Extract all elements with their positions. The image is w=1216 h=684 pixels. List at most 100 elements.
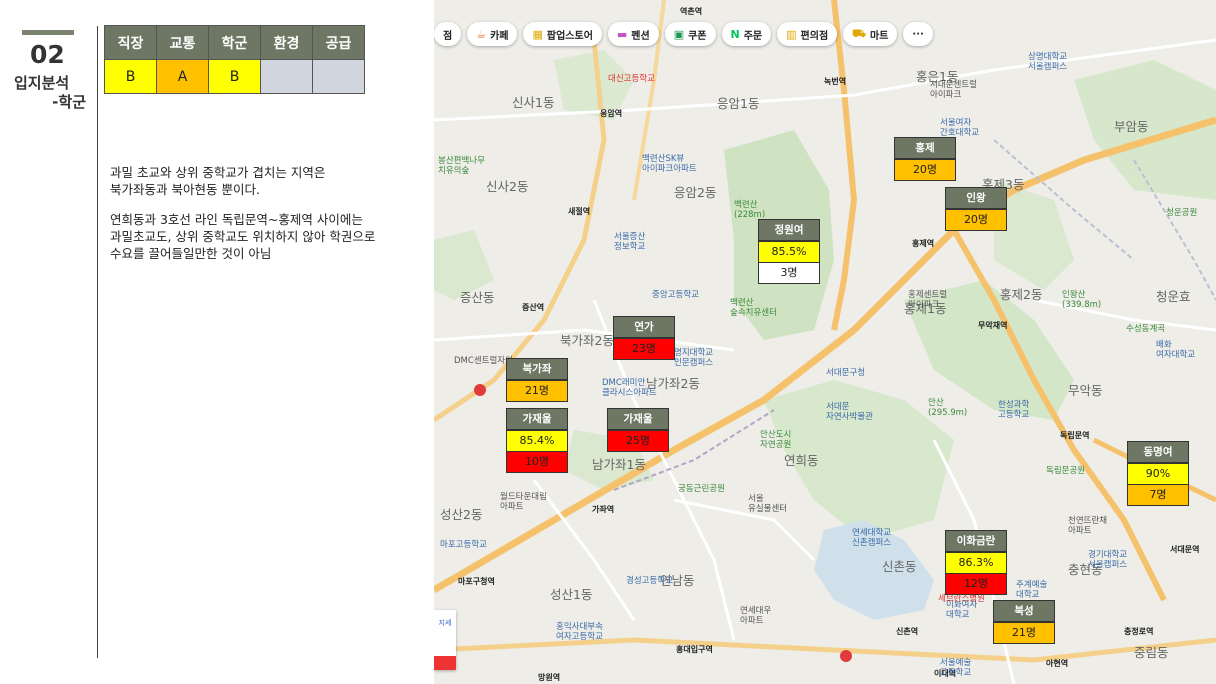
area-label: 신촌동 <box>882 559 917 574</box>
school-box-gajaeul-middle: 가재울 85.4% 10명 <box>506 408 568 473</box>
poi-label: 백련산SK뷰 아이파크아파트 <box>642 154 697 174</box>
school-name: 북가좌 <box>507 359 567 380</box>
station-label: 새절역 <box>568 207 591 216</box>
school-name: 가재울 <box>608 409 668 430</box>
poi-label: 서대문센트럴 아이파크 <box>930 80 977 100</box>
poi-label: 배화 여자대학교 <box>1156 340 1196 360</box>
score-grade-environment <box>260 59 313 94</box>
poi-label: 백련산 숲속치유센터 <box>730 298 777 318</box>
store-icon: ▥ <box>786 27 797 41</box>
chip-popup-store[interactable]: ▦ 팝업스토어 <box>523 22 602 46</box>
popup-store-icon: ▦ <box>532 27 543 41</box>
section-accent-bar <box>22 30 74 35</box>
score-table-grade-row: B A B <box>104 59 365 94</box>
desc-line: 과밀초교도, 상위 중학교도 위치하지 않아 학권으로 <box>110 229 376 244</box>
station-label: 홍대입구역 <box>676 645 713 654</box>
poi-label: 경기대학교 서울캠퍼스 <box>1088 550 1128 570</box>
score-header-environment: 환경 <box>260 25 313 60</box>
poi-label: 마포고등학교 <box>440 540 487 550</box>
desc-line: 연희동과 3호선 라인 독립문역~홍제역 사이에는 <box>110 212 363 227</box>
school-box-bukseong: 북성 21명 <box>993 600 1055 644</box>
school-rate: 85.5% <box>759 241 819 262</box>
poi-label: 상명대학교 서울캠퍼스 <box>1028 52 1068 72</box>
area-label: 홍제2동 <box>1000 287 1043 302</box>
description-paragraph-2: 연희동과 3호선 라인 독립문역~홍제역 사이에는 과밀초교도, 상위 중학교도… <box>110 211 410 262</box>
poi-label: 주계예술 대학교 <box>1016 580 1048 600</box>
chip-label: 편의점 <box>800 30 829 42</box>
school-box-gajaeul-elementary: 가재울 25명 <box>607 408 669 452</box>
station-label: 독립문역 <box>1060 431 1090 440</box>
map-tool-red-tab[interactable] <box>434 656 456 670</box>
poi-label: 세브란스병원 <box>938 594 985 604</box>
school-rate: 90% <box>1128 463 1188 484</box>
school-crowded-count: 20명 <box>895 159 955 180</box>
school-name: 동명여 <box>1128 442 1188 463</box>
score-header-transport: 교통 <box>156 25 209 60</box>
chip-more[interactable]: ··· <box>903 22 933 46</box>
poi-label: 명지대학교 인문캠퍼스 <box>674 348 714 368</box>
poi-label: 홍제센트럴 아이파크 <box>908 290 948 310</box>
school-count: 10명 <box>507 451 567 472</box>
area-label: 응암1동 <box>717 96 760 111</box>
school-box-jeongwon: 정원여 85.5% 3명 <box>758 219 820 284</box>
section-title-line1: 입지분석 <box>14 74 70 92</box>
chip-pension[interactable]: ▬ 펜션 <box>607 22 659 46</box>
map-tool-label: 지세 <box>438 619 452 627</box>
section-divider <box>97 26 98 658</box>
poi-label: 서울 유실물센터 <box>748 494 788 514</box>
school-name: 홍제 <box>895 138 955 159</box>
poi-label: DMC래미안 클라시스아파트 <box>602 378 657 398</box>
poi-label: 서울증산 정보학교 <box>614 232 646 252</box>
area-label: 무악동 <box>1068 383 1103 398</box>
chip-label: 주문 <box>743 30 763 42</box>
school-name: 인왕 <box>946 188 1006 209</box>
poi-label: 대신고등학교 <box>608 74 655 84</box>
chip-cafe[interactable]: ☕ 카페 <box>467 22 518 46</box>
station-label: 아현역 <box>1046 659 1069 668</box>
description-paragraph-1: 과밀 초교와 상위 중학교가 겹치는 지역은 북가좌동과 북아현동 뿐이다. <box>110 164 410 198</box>
area-label: 증산동 <box>460 290 495 305</box>
school-crowded-count: 21명 <box>994 622 1054 643</box>
chip-convenience-store[interactable]: ▥ 편의점 <box>777 22 838 46</box>
poi-label: 서대문구청 <box>826 368 866 378</box>
section-number: 02 <box>30 40 65 69</box>
area-label: 부암동 <box>1114 119 1149 134</box>
area-label: 성산2동 <box>440 507 483 522</box>
area-label: 응암2동 <box>674 185 717 200</box>
school-rate: 86.3% <box>946 552 1006 573</box>
area-label: 남가좌1동 <box>592 457 646 472</box>
school-count: 3명 <box>759 262 819 283</box>
poi-label: 백련산 (228m) <box>734 200 766 220</box>
school-box-yeonga: 연가 23명 <box>613 316 675 360</box>
score-grade-transport: A <box>156 59 209 94</box>
school-name: 이화금란 <box>946 531 1006 552</box>
score-header-school: 학군 <box>208 25 261 60</box>
chip-label: 펜션 <box>631 30 650 42</box>
chip-place[interactable]: 점 <box>434 22 462 46</box>
map-view[interactable]: 점 ☕ 카페 ▦ 팝업스토어 ▬ 펜션 ▣ 쿠폰 N 주문 ▥ 편의점 ⛟ 마트 ··· 신사… <box>434 0 1216 684</box>
station-label: 신촌역 <box>896 627 919 636</box>
poi-label: 연세대우 아파트 <box>740 606 772 626</box>
station-label: 마포구청역 <box>458 577 495 586</box>
score-table-header-row: 직장 교통 학군 환경 공급 <box>104 25 365 60</box>
poi-label: 독립문공원 <box>1046 466 1086 476</box>
school-box-bukgajwa: 북가좌 21명 <box>506 358 568 402</box>
area-label: 신사2동 <box>486 179 529 194</box>
naver-order-icon: N <box>730 27 740 41</box>
chip-mart[interactable]: ⛟ 마트 <box>843 22 898 46</box>
more-icon: ··· <box>912 28 924 40</box>
poi-label: 수성동계곡 <box>1126 324 1166 334</box>
school-name: 북성 <box>994 601 1054 622</box>
school-box-ewha-geumran: 이화금란 86.3% 12명 <box>945 530 1007 595</box>
map-side-tool[interactable]: 지세 <box>434 610 456 670</box>
school-crowded-count: 23명 <box>614 338 674 359</box>
area-label: 청운효 <box>1156 289 1191 304</box>
area-label: 연희동 <box>784 453 819 468</box>
chip-order[interactable]: N 주문 <box>721 22 772 46</box>
score-header-supply: 공급 <box>312 25 365 60</box>
section-title-line2: -학군 <box>52 93 86 111</box>
school-crowded-count: 25명 <box>608 430 668 451</box>
poi-label: 궁동근린공원 <box>678 484 725 494</box>
chip-coupon[interactable]: ▣ 쿠폰 <box>664 22 716 46</box>
analysis-description: 과밀 초교와 상위 중학교가 겹치는 지역은 북가좌동과 북아현동 뿐이다. 연… <box>110 164 410 275</box>
